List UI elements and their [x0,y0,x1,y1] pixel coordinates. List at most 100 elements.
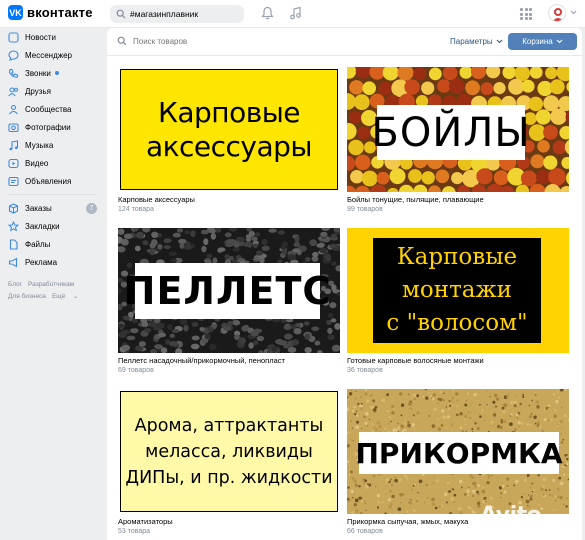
search-icon [116,9,126,19]
sidebar-item-label: Музыка [25,140,54,150]
sidebar-divider [8,194,97,195]
product-title[interactable]: Карповые аксессуары [118,195,340,204]
sidebar-item-music[interactable]: Музыка [0,136,105,154]
avatar[interactable] [548,4,566,22]
banner-line: ПЕЛЛЕТС [123,269,332,313]
product-banner: БОЙЛЫ [371,105,530,160]
music-icon [8,139,19,151]
product-image[interactable]: Карповые аксессуары [118,67,340,192]
friends-icon [8,86,19,97]
sidebar-item-label: Видео [25,158,49,168]
left-sidebar: Новости Мессенджер Звонки Друзья Сообщес… [0,28,105,303]
params-label: Параметры [450,37,493,46]
product-card[interactable]: Карповые аксессуары Карповые аксессуары … [118,67,340,213]
vk-logo[interactable]: VK вконтакте [8,5,93,20]
sidebar-item-friends[interactable]: Друзья [0,82,105,100]
cart-label: Корзина [522,37,553,46]
product-title[interactable]: Пеллетс насадочный/прикормочный, пенопла… [118,356,340,365]
banner-line: Арома, аттрактанты [134,415,324,436]
product-count: 99 товаров [347,206,383,213]
orders-count-badge: 7 [86,202,97,214]
sidebar-item-photos[interactable]: Фотографии [0,118,105,136]
banner-line: с "волосом" [386,310,528,336]
phone-icon [8,68,19,79]
sidebar-item-label: Закладки [25,221,60,231]
global-search-input[interactable] [130,9,240,19]
footer-link-more[interactable]: Ещё ⌄ [52,293,79,300]
cart-button[interactable]: Корзина [508,33,577,50]
product-image[interactable]: ПЕЛЛЕТС [118,228,340,353]
search-icon [117,36,127,46]
sidebar-item-label: Новости [25,32,56,42]
product-title[interactable]: Готовые карповые волосяные монтажи [347,356,569,365]
sidebar-item-orders[interactable]: Заказы 7 [0,199,105,217]
video-icon [8,158,19,169]
sidebar-item-ads[interactable]: Объявления [0,172,105,190]
product-title[interactable]: Бойлы тонущие, пылящие, плавающие [347,195,569,204]
sidebar-item-label: Друзья [25,86,51,96]
avito-watermark: Avito [480,503,542,528]
banner-line: меласса, ликвиды [145,441,313,462]
sidebar-item-messenger[interactable]: Мессенджер [0,46,105,64]
banner-line: аксессуары [145,129,313,163]
product-image[interactable]: ПРИКОРМКА [347,389,569,514]
footer-link-developers[interactable]: Разработчикам [28,281,74,288]
product-card[interactable]: ПЕЛЛЕТС Пеллетс насадочный/прикормочный,… [118,228,340,374]
sidebar-item-calls[interactable]: Звонки [0,64,105,82]
sidebar-item-label: Фотографии [25,122,71,132]
orders-icon [8,202,19,214]
product-banner: Арома, аттрактанты меласса, ликвиды ДИПы… [120,391,338,512]
product-search[interactable] [117,36,253,46]
product-count: 69 товаров [118,367,154,374]
calls-notification-dot [54,71,59,75]
banner-line: монтажи [402,277,512,303]
product-image[interactable]: Карповые монтажи с "волосом" [347,228,569,353]
sidebar-item-bookmarks[interactable]: Закладки [0,217,105,235]
product-banner: ПЕЛЛЕТС [124,263,330,319]
product-banner: Карповые монтажи с "волосом" [373,238,541,343]
product-banner: Карповые аксессуары [120,69,338,190]
banner-line: ДИПы, и пр. жидкости [125,467,333,488]
product-search-input[interactable] [133,36,253,46]
sidebar-item-news[interactable]: Новости [0,28,105,46]
apps-grid-icon[interactable] [520,8,532,20]
banner-line: Карповые [396,244,518,270]
product-card[interactable]: БОЙЛЫ Бойлы тонущие, пылящие, плавающие … [347,67,569,213]
chevron-down-icon [556,39,563,44]
product-count: 124 товара [118,206,154,213]
message-icon [8,49,19,61]
sidebar-item-label: Звонки [25,68,51,78]
footer-link-business[interactable]: Для бизнеса [8,293,46,300]
music-icon[interactable] [289,6,302,20]
product-image[interactable]: БОЙЛЫ [347,67,569,192]
params-dropdown[interactable]: Параметры [450,37,503,46]
product-card[interactable]: Арома, аттрактанты меласса, ликвиды ДИПы… [118,389,340,535]
sidebar-item-advertising[interactable]: Реклама [0,253,105,271]
product-title[interactable]: Ароматизаторы [118,517,340,526]
product-count: 36 товаров [347,367,383,374]
chevron-down-icon[interactable] [570,10,577,15]
sidebar-footer-links: Блог Разработчикам Для бизнеса Ещё ⌄ [0,279,105,303]
product-image[interactable]: Арома, аттрактанты меласса, ликвиды ДИПы… [118,389,340,514]
product-count: 66 товаров [347,528,383,535]
product-count: 53 товара [118,528,151,535]
sidebar-item-label: Сообщества [25,104,72,114]
footer-link-blog[interactable]: Блог [8,281,22,288]
ad-icon [8,257,19,268]
product-card[interactable]: Карповые монтажи с "волосом" Готовые кар… [347,228,569,374]
bell-icon[interactable] [261,6,274,20]
groups-icon [8,104,19,115]
sidebar-item-label: Заказы [25,203,52,213]
banner-line: БОЙЛЫ [371,109,531,156]
sidebar-item-files[interactable]: Файлы [0,235,105,253]
market-toolbar: Параметры Корзина [107,28,582,56]
global-search[interactable] [110,5,244,23]
chevron-down-icon [496,39,503,44]
star-icon [8,220,19,232]
sidebar-item-video[interactable]: Видео [0,154,105,172]
photo-icon [8,122,19,133]
sidebar-item-groups[interactable]: Сообщества [0,100,105,118]
banner-line: Карповые [157,95,301,129]
sidebar-item-label: Файлы [25,239,51,249]
news-icon [8,31,19,43]
